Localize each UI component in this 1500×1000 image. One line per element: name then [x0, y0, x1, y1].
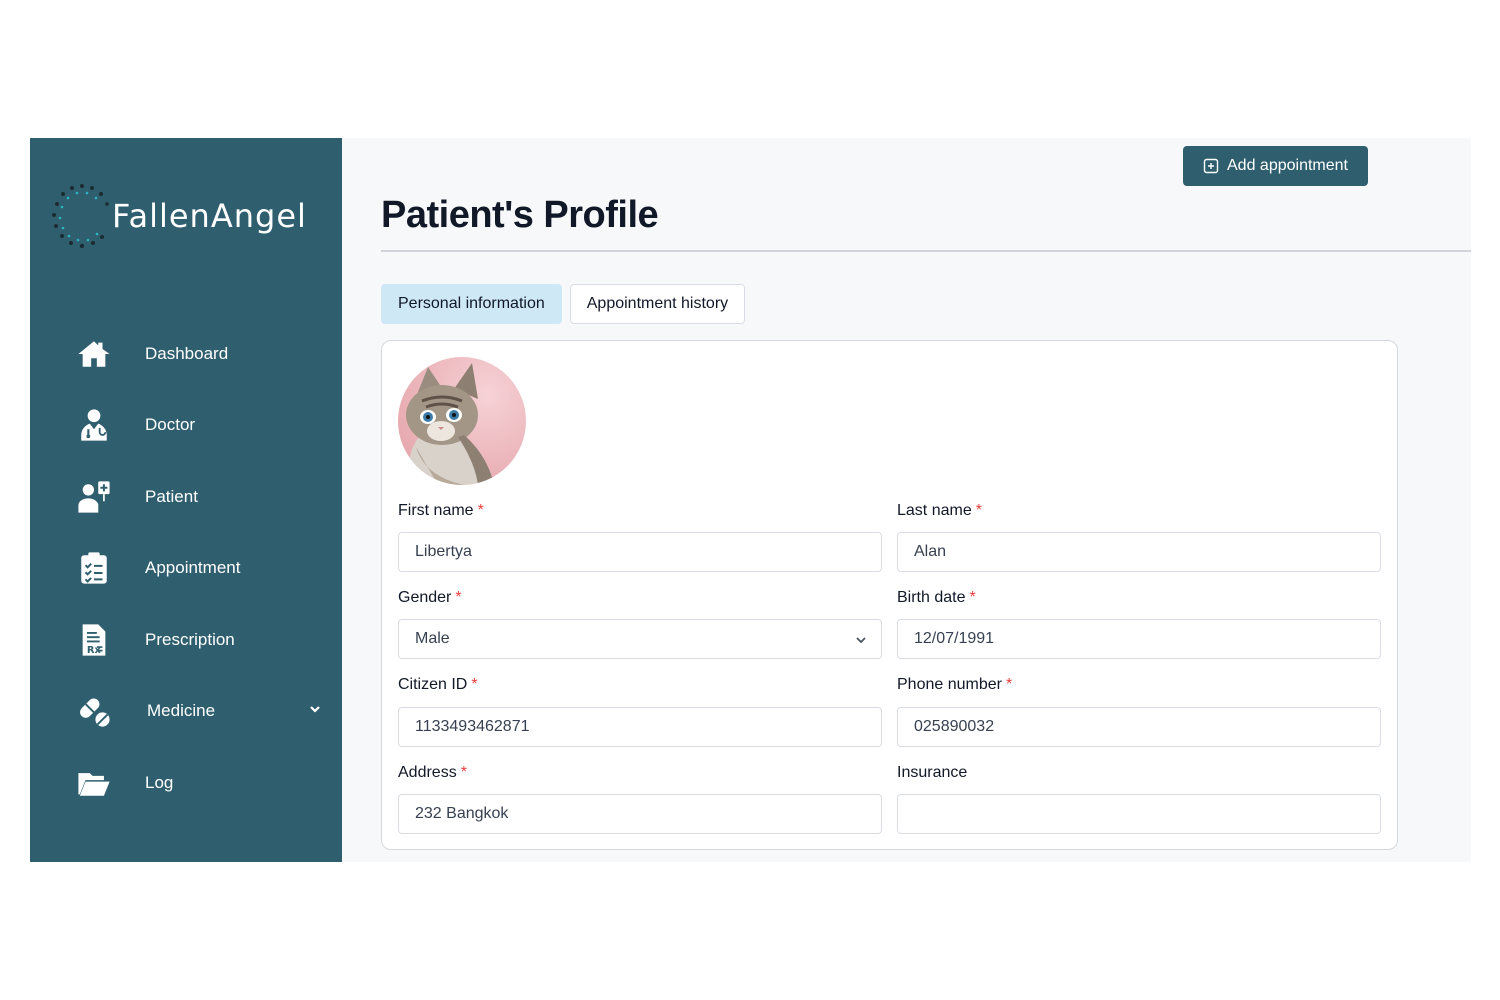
chevron-down-icon[interactable]: [308, 702, 322, 716]
last-name-label-text: Last name: [897, 502, 972, 519]
required-mark: *: [975, 502, 982, 519]
required-mark: *: [471, 676, 478, 693]
add-appointment-button[interactable]: Add appointment: [1183, 146, 1368, 186]
sidebar-item-dashboard[interactable]: Dashboard: [30, 318, 342, 390]
sidebar-item-log[interactable]: Log: [30, 747, 342, 819]
sidebar-item-label: Medicine: [147, 701, 216, 721]
kitten-photo: [398, 357, 526, 485]
first-name-label-text: First name: [398, 502, 474, 519]
sidebar-item-appointment[interactable]: Appointment: [30, 533, 342, 605]
patient-icon: [76, 479, 112, 515]
gender-value: Male: [415, 630, 450, 647]
sidebar-item-doctor[interactable]: Doctor: [30, 390, 342, 462]
title-divider: [381, 250, 1471, 252]
profile-tabs: Personal information Appointment history: [381, 284, 746, 324]
phone-number-label: Phone number *: [897, 676, 1012, 694]
sidebar-item-prescription[interactable]: Rx Prescription: [30, 604, 342, 676]
sidebar-item-label: Doctor: [145, 415, 196, 435]
plus-square-icon: [1203, 158, 1219, 174]
last-name-field[interactable]: Alan: [897, 532, 1381, 572]
sidebar-nav: Dashboard Doctor Patient Appointment Rx …: [30, 318, 342, 819]
address-value: 232 Bangkok: [415, 805, 509, 822]
last-name-label: Last name *: [897, 502, 982, 520]
gender-label-text: Gender: [398, 589, 452, 606]
required-mark: *: [455, 589, 462, 606]
logo-dots-icon: [52, 184, 109, 249]
personal-info-card: First name * Libertya Last name * Alan Gen…: [381, 340, 1398, 850]
gender-select[interactable]: Male: [398, 619, 882, 659]
required-mark: *: [1005, 676, 1013, 693]
doctor-icon: [76, 407, 112, 443]
home-icon: [76, 336, 112, 372]
phone-number-value: 025890032: [914, 718, 995, 735]
sidebar-item-label: Prescription: [145, 629, 235, 649]
required-mark: *: [477, 502, 484, 519]
sidebar-item-label: Patient: [145, 486, 198, 506]
insurance-label-text: Insurance: [897, 764, 968, 781]
sidebar-item-label: Log: [145, 772, 174, 792]
birth-date-value: 12/07/1991: [914, 630, 995, 647]
birth-date-label: Birth date *: [897, 589, 976, 607]
birth-date-field[interactable]: 12/07/1991: [897, 619, 1381, 659]
page-title: Patient's Profile: [381, 194, 659, 236]
add-appointment-label: Add appointment: [1227, 157, 1348, 174]
address-label: Address *: [398, 764, 467, 782]
sidebar-item-label: Dashboard: [145, 343, 229, 363]
tab-appointment-history[interactable]: Appointment history: [569, 284, 746, 324]
brand-name: FallenAngel: [112, 197, 307, 235]
chevron-down-icon: [855, 633, 867, 645]
clipboard-icon: [76, 550, 112, 586]
insurance-field[interactable]: [897, 794, 1381, 834]
citizen-id-field[interactable]: 1133493462871: [398, 707, 882, 747]
sidebar: FallenAngel Dashboard Doctor Patient App…: [30, 138, 342, 862]
patient-avatar: [398, 357, 526, 485]
required-mark: *: [460, 764, 467, 781]
insurance-label: Insurance: [897, 764, 967, 782]
gender-label: Gender *: [398, 589, 462, 607]
first-name-label: First name *: [398, 502, 484, 520]
last-name-value: Alan: [914, 543, 947, 560]
folder-open-icon: [76, 765, 112, 801]
sidebar-item-label: Appointment: [145, 558, 241, 578]
citizen-id-label-text: Citizen ID: [398, 676, 468, 693]
tab-personal-information[interactable]: Personal information: [381, 284, 562, 324]
citizen-id-value: 1133493462871: [415, 718, 530, 735]
sidebar-item-medicine[interactable]: Medicine: [30, 676, 342, 748]
phone-number-field[interactable]: 025890032: [897, 707, 1381, 747]
required-mark: *: [969, 589, 976, 606]
address-field[interactable]: 232 Bangkok: [398, 794, 882, 834]
sidebar-item-patient[interactable]: Patient: [30, 461, 342, 533]
citizen-id-label: Citizen ID *: [398, 676, 478, 694]
birth-date-label-text: Birth date: [897, 589, 966, 606]
phone-number-label-text: Phone number: [897, 676, 1002, 693]
prescription-icon: Rx: [76, 622, 112, 658]
address-label-text: Address: [398, 764, 457, 781]
brand-logo[interactable]: FallenAngel: [50, 182, 307, 250]
first-name-field[interactable]: Libertya: [398, 532, 882, 572]
first-name-value: Libertya: [415, 543, 472, 560]
pills-icon: [76, 693, 112, 729]
